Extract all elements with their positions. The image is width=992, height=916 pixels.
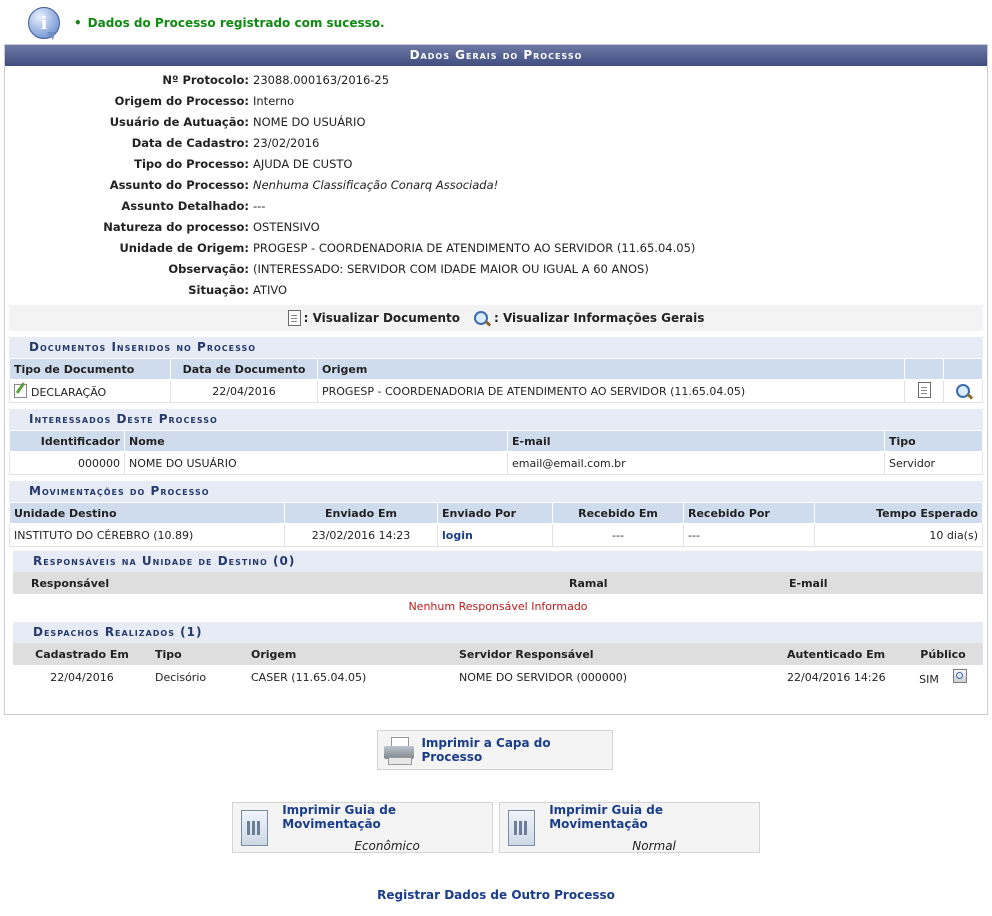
col-header xyxy=(943,358,983,380)
col-header: Unidade Destino xyxy=(9,502,285,524)
col-header: Enviado Por xyxy=(437,502,553,524)
register-other-process-link[interactable]: Registrar Dados de Outro Processo xyxy=(0,888,992,902)
legend-bar: : Visualizar Documento : Visualizar Info… xyxy=(9,305,983,331)
field-row: Usuário de Autuação: NOME DO USUÁRIO xyxy=(109,115,366,129)
col-header: Origem xyxy=(317,358,905,380)
table-row: Nenhum Responsável Informado xyxy=(13,594,983,618)
responsibles-table: Responsável Ramal E-mail Nenhum Responsá… xyxy=(13,572,983,618)
edit-document-icon xyxy=(14,383,27,398)
documents-title: Documentos Inseridos no Processo xyxy=(9,337,983,358)
col-header: E-mail xyxy=(785,572,983,594)
doc-type-cell: DECLARAÇÃO xyxy=(9,379,171,403)
print-cover-button[interactable]: Imprimir a Capa do Processo xyxy=(377,730,613,770)
col-header: Cadastrado Em xyxy=(13,643,151,665)
col-header: Tempo Esperado xyxy=(814,502,983,524)
table-row: 000000 NOME DO USUÁRIO email@email.com.b… xyxy=(9,451,983,475)
view-document-cell xyxy=(904,379,944,403)
dispatches-table: Cadastrado Em Tipo Origem Servidor Respo… xyxy=(13,643,983,689)
col-header: Origem xyxy=(247,643,455,665)
table-row: 22/04/2016 Decisório CASER (11.65.04.05)… xyxy=(13,665,983,689)
field-row: Natureza do processo: OSTENSIVO xyxy=(103,220,320,234)
success-message: i Dados do Processo registrado com suces… xyxy=(28,5,385,41)
print-guide-normal-button[interactable]: Imprimir Guia de Movimentação Normal xyxy=(499,802,760,853)
table-row: INSTITUTO DO CÉREBRO (10.89) 23/02/2016 … xyxy=(9,523,983,547)
table-row: DECLARAÇÃO 22/04/2016 PROGESP - COORDENA… xyxy=(9,379,983,403)
printer-icon xyxy=(384,737,414,765)
field-row: Observação: (INTERESSADO: SERVIDOR COM ID… xyxy=(168,262,649,276)
col-header: Identificador xyxy=(9,430,125,452)
field-row: Assunto Detalhado: --- xyxy=(121,199,266,213)
documents-table: Tipo de Documento Data de Documento Orig… xyxy=(9,358,983,403)
movements-table: Unidade Destino Enviado Em Enviado Por R… xyxy=(9,502,983,547)
col-header: Recebido Por xyxy=(683,502,815,524)
info-icon: i xyxy=(28,7,60,40)
legend-view-info: : Visualizar Informações Gerais xyxy=(493,311,705,325)
movements-title: Movimentações do Processo xyxy=(9,481,983,502)
panel-title: Dados Gerais do Processo xyxy=(5,45,987,66)
col-header: Servidor Responsável xyxy=(455,643,783,665)
responsibles-section: Responsáveis na Unidade de Destino (0) R… xyxy=(13,551,983,618)
field-row: Origem do Processo: Interno xyxy=(114,94,295,108)
col-header: Tipo xyxy=(151,643,247,665)
view-dispatch-icon[interactable] xyxy=(952,668,967,683)
documents-section: Documentos Inseridos no Processo Tipo de… xyxy=(9,337,983,403)
col-header: Recebido Em xyxy=(552,502,684,524)
guide-document-icon xyxy=(241,809,269,846)
empty-responsibles-text: Nenhum Responsável Informado xyxy=(408,599,588,613)
col-header: Data de Documento xyxy=(170,358,318,380)
dispatches-title: Despachos Realizados (1) xyxy=(13,622,983,643)
view-document-icon[interactable] xyxy=(917,381,931,398)
col-header: Público xyxy=(903,643,983,665)
col-header: Tipo de Documento xyxy=(9,358,171,380)
field-row: Data de Cadastro: 23/02/2016 xyxy=(131,136,320,150)
guide-document-icon xyxy=(508,809,536,846)
col-header: Ramal xyxy=(565,572,785,594)
process-fields: Nº Protocolo: 23088.000163/2016-25 Origem… xyxy=(5,70,987,301)
dispatches-section: Despachos Realizados (1) Cadastrado Em T… xyxy=(13,622,983,689)
field-row: Nº Protocolo: 23088.000163/2016-25 xyxy=(162,73,390,87)
col-header: Responsável xyxy=(13,572,565,594)
movements-section: Movimentações do Processo Unidade Destin… xyxy=(9,481,983,689)
public-cell: SIM xyxy=(903,665,983,689)
legend-view-document: : Visualizar Documento xyxy=(303,311,460,325)
col-header: Autenticado Em xyxy=(783,643,903,665)
interested-title: Interessados Deste Processo xyxy=(9,409,983,430)
field-row: Tipo do Processo: AJUDA DE CUSTO xyxy=(134,157,353,171)
view-info-cell xyxy=(943,379,983,403)
field-row: Unidade de Origem: PROGESP - COORDENADORI… xyxy=(119,241,696,255)
document-icon xyxy=(287,310,301,326)
magnifier-icon xyxy=(473,311,488,325)
sender-login-link[interactable]: login xyxy=(442,529,473,542)
responsibles-title: Responsáveis na Unidade de Destino (0) xyxy=(13,551,983,572)
print-guide-economic-button[interactable]: Imprimir Guia de Movimentação Econômico xyxy=(232,802,493,853)
col-header: Tipo xyxy=(884,430,983,452)
doc-date-cell: 22/04/2016 xyxy=(170,379,318,403)
interested-table: Identificador Nome E-mail Tipo 000000 NO… xyxy=(9,430,983,475)
field-row: Situação: ATIVO xyxy=(188,283,288,297)
col-header: Nome xyxy=(124,430,508,452)
process-panel: Dados Gerais do Processo Nº Protocolo: 23… xyxy=(4,44,988,715)
view-info-icon[interactable] xyxy=(956,383,970,398)
field-row: Assunto do Processo: Nenhuma Classificaçã… xyxy=(109,178,499,192)
col-header xyxy=(904,358,944,380)
col-header: E-mail xyxy=(507,430,885,452)
success-message-text: Dados do Processo registrado com sucesso… xyxy=(74,16,385,30)
interested-section: Interessados Deste Processo Identificado… xyxy=(9,409,983,475)
col-header: Enviado Em xyxy=(284,502,438,524)
doc-origin-cell: PROGESP - COORDENADORIA DE ATENDIMENTO A… xyxy=(317,379,905,403)
